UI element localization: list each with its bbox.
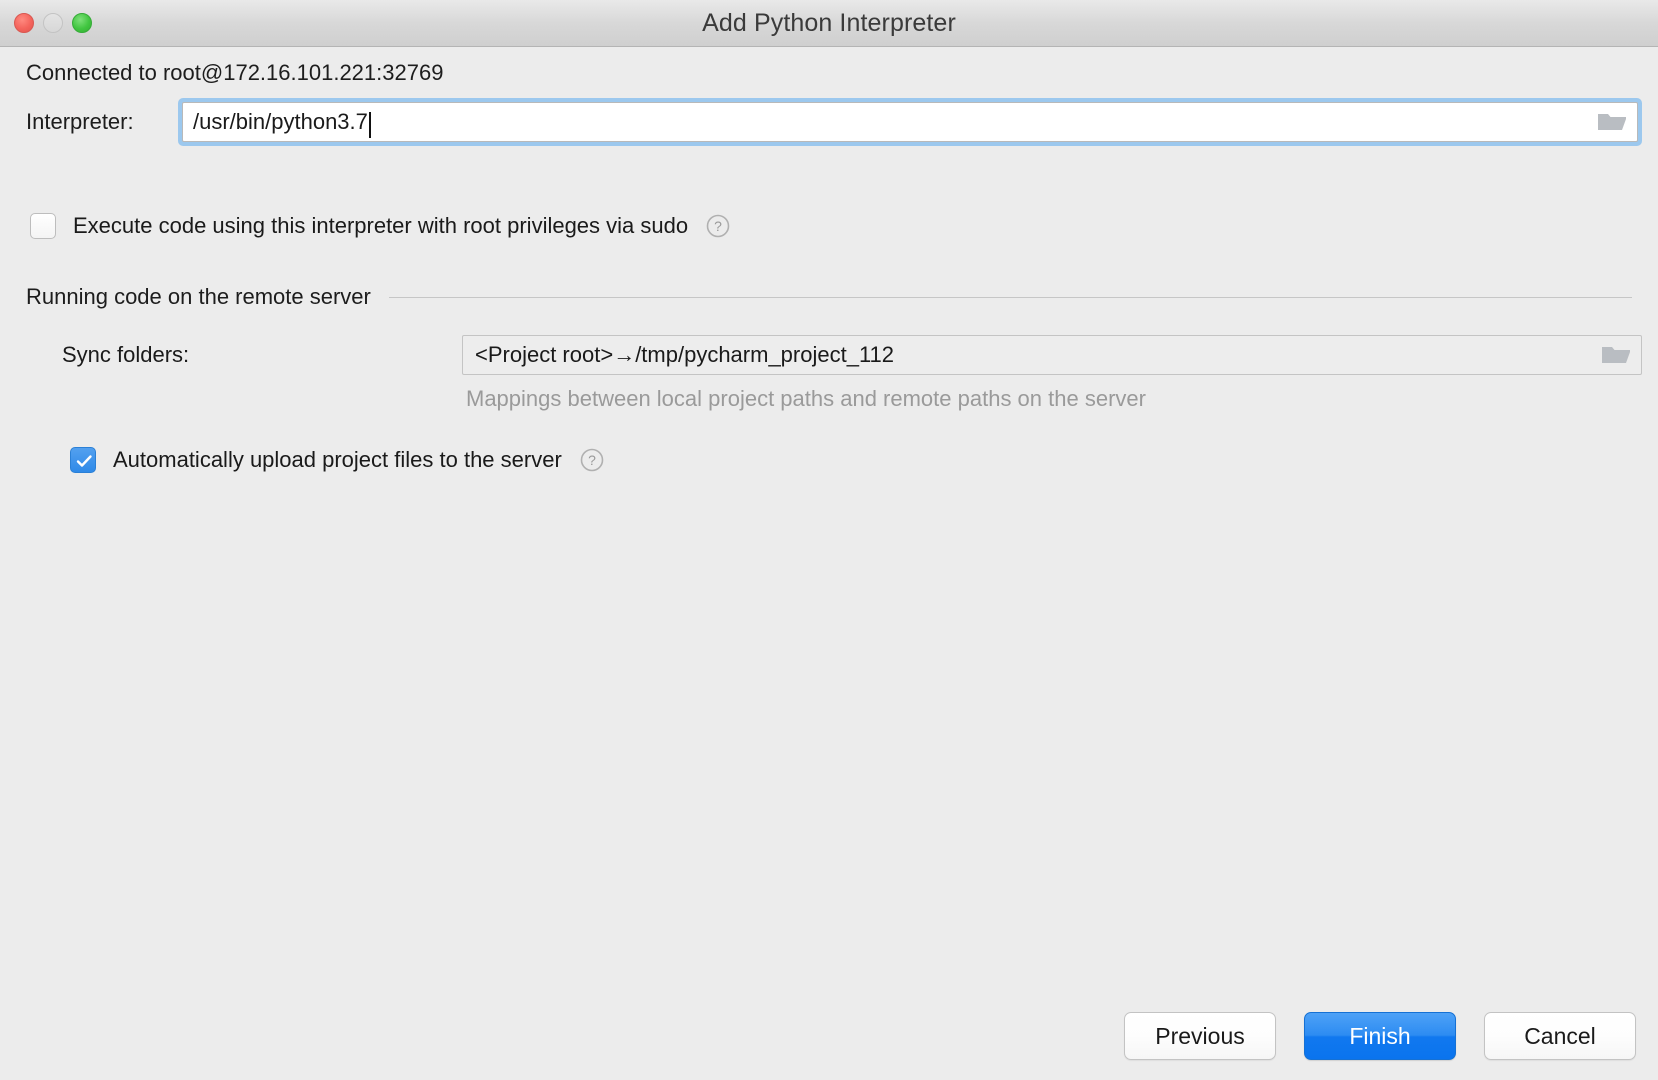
dialog-footer: Previous Finish Cancel (1124, 1012, 1636, 1060)
sudo-checkbox[interactable] (30, 213, 56, 239)
remote-section-header: Running code on the remote server (26, 284, 1632, 310)
interpreter-label: Interpreter: (26, 109, 178, 135)
remote-section-title: Running code on the remote server (26, 284, 371, 310)
folder-icon[interactable] (1601, 343, 1631, 367)
interpreter-focus-ring: /usr/bin/python3.7 (178, 98, 1642, 146)
svg-text:?: ? (714, 218, 722, 234)
sync-folders-label: Sync folders: (62, 342, 462, 368)
window-title: Add Python Interpreter (702, 9, 956, 38)
cancel-button[interactable]: Cancel (1484, 1012, 1636, 1060)
interpreter-input-value: /usr/bin/python3.7 (193, 109, 368, 135)
sudo-checkbox-row[interactable]: Execute code using this interpreter with… (30, 213, 730, 239)
zoom-window-button[interactable] (72, 13, 92, 33)
previous-button[interactable]: Previous (1124, 1012, 1276, 1060)
window-controls (14, 0, 92, 46)
sync-folders-input[interactable]: <Project root>→/tmp/pycharm_project_112 (462, 335, 1642, 375)
svg-text:?: ? (588, 452, 596, 468)
question-mark-icon[interactable]: ? (580, 448, 604, 472)
sync-folders-row: Sync folders: <Project root>→/tmp/pychar… (62, 335, 1642, 375)
connection-status-text: Connected to root@172.16.101.221:32769 (26, 60, 443, 86)
auto-upload-checkbox[interactable] (70, 447, 96, 473)
auto-upload-checkbox-row[interactable]: Automatically upload project files to th… (70, 447, 604, 473)
sync-folders-hint: Mappings between local project paths and… (466, 386, 1146, 412)
sync-folders-value: <Project root>→/tmp/pycharm_project_112 (475, 342, 894, 368)
auto-upload-checkbox-label: Automatically upload project files to th… (113, 447, 562, 473)
section-divider (389, 297, 1632, 298)
finish-button[interactable]: Finish (1304, 1012, 1456, 1060)
text-caret (369, 112, 371, 138)
folder-icon[interactable] (1597, 110, 1627, 134)
dialog-content: Connected to root@172.16.101.221:32769 I… (0, 47, 1658, 1080)
title-bar: Add Python Interpreter (0, 0, 1658, 47)
minimize-window-button[interactable] (43, 13, 63, 33)
interpreter-row: Interpreter: /usr/bin/python3.7 (26, 98, 1642, 146)
close-window-button[interactable] (14, 13, 34, 33)
sudo-checkbox-label: Execute code using this interpreter with… (73, 213, 688, 239)
add-python-interpreter-dialog: Add Python Interpreter Connected to root… (0, 0, 1658, 1080)
interpreter-input[interactable]: /usr/bin/python3.7 (182, 102, 1638, 142)
question-mark-icon[interactable]: ? (706, 214, 730, 238)
